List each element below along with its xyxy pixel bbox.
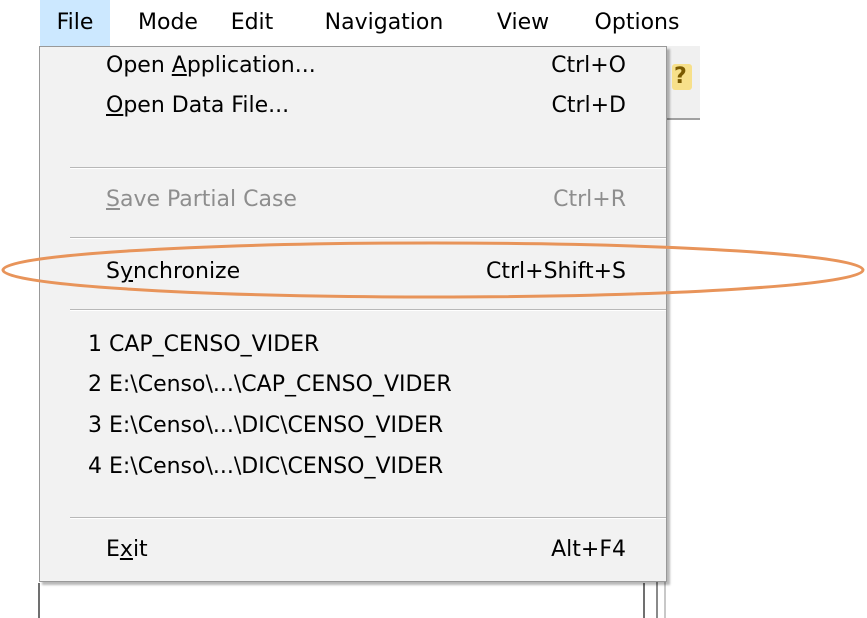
recent-file-label: 1 CAP_CENSO_VIDER [88,332,320,357]
menu-item-recent-file-2[interactable]: 2 E:\Censo\...\CAP_CENSO_VIDER [40,366,666,404]
menu-item-label: Open Application... [106,53,316,78]
menu-edit[interactable]: Edit [220,0,284,46]
screenshot-stage: ? File Mode Edit Navigation View Options… [0,0,867,618]
menu-separator [70,167,666,169]
menu-options[interactable]: Options [580,0,694,46]
menu-item-synchronize[interactable]: Synchronize Ctrl+Shift+S [40,253,666,291]
menu-separator [70,517,666,519]
menu-mode[interactable]: Mode [126,0,210,46]
shortcut-label: Ctrl+Shift+S [486,259,626,284]
menu-view[interactable]: View [483,0,563,46]
help-question-icon[interactable]: ? [672,64,692,90]
menu-item-recent-file-3[interactable]: 3 E:\Censo\...\DIC\CENSO_VIDER [40,407,666,445]
menu-item-label: Synchronize [106,259,241,284]
shortcut-label: Ctrl+R [553,187,626,212]
menu-item-label: Exit [106,537,148,562]
menu-file[interactable]: File [40,0,110,46]
shortcut-label: Ctrl+D [551,93,626,118]
menu-item-exit[interactable]: Exit Alt+F4 [40,531,666,569]
panel-mid-border [643,583,645,618]
shortcut-label: Alt+F4 [551,537,626,562]
menu-item-recent-file-1[interactable]: 1 CAP_CENSO_VIDER [40,326,666,364]
file-dropdown-menu: Open Application... Ctrl+O Open Data Fil… [39,46,667,582]
menu-item-label: Open Data File... [106,93,290,118]
recent-file-label: 2 E:\Censo\...\CAP_CENSO_VIDER [88,372,452,397]
shortcut-label: Ctrl+O [551,53,626,78]
recent-file-label: 4 E:\Censo\...\DIC\CENSO_VIDER [88,454,444,479]
menu-navigation[interactable]: Navigation [310,0,458,46]
menu-item-open-application[interactable]: Open Application... Ctrl+O [40,47,666,85]
menu-item-open-data-file[interactable]: Open Data File... Ctrl+D [40,87,666,125]
menu-item-recent-file-4[interactable]: 4 E:\Censo\...\DIC\CENSO_VIDER [40,448,666,486]
menu-bar: File Mode Edit Navigation View Options [0,0,700,46]
menu-separator [70,237,666,239]
recent-file-label: 3 E:\Censo\...\DIC\CENSO_VIDER [88,413,444,438]
menu-separator [70,309,666,311]
menu-item-save-partial-case: Save Partial Case Ctrl+R [40,181,666,219]
panel-left-border [38,583,40,618]
menu-item-label: Save Partial Case [106,187,297,212]
